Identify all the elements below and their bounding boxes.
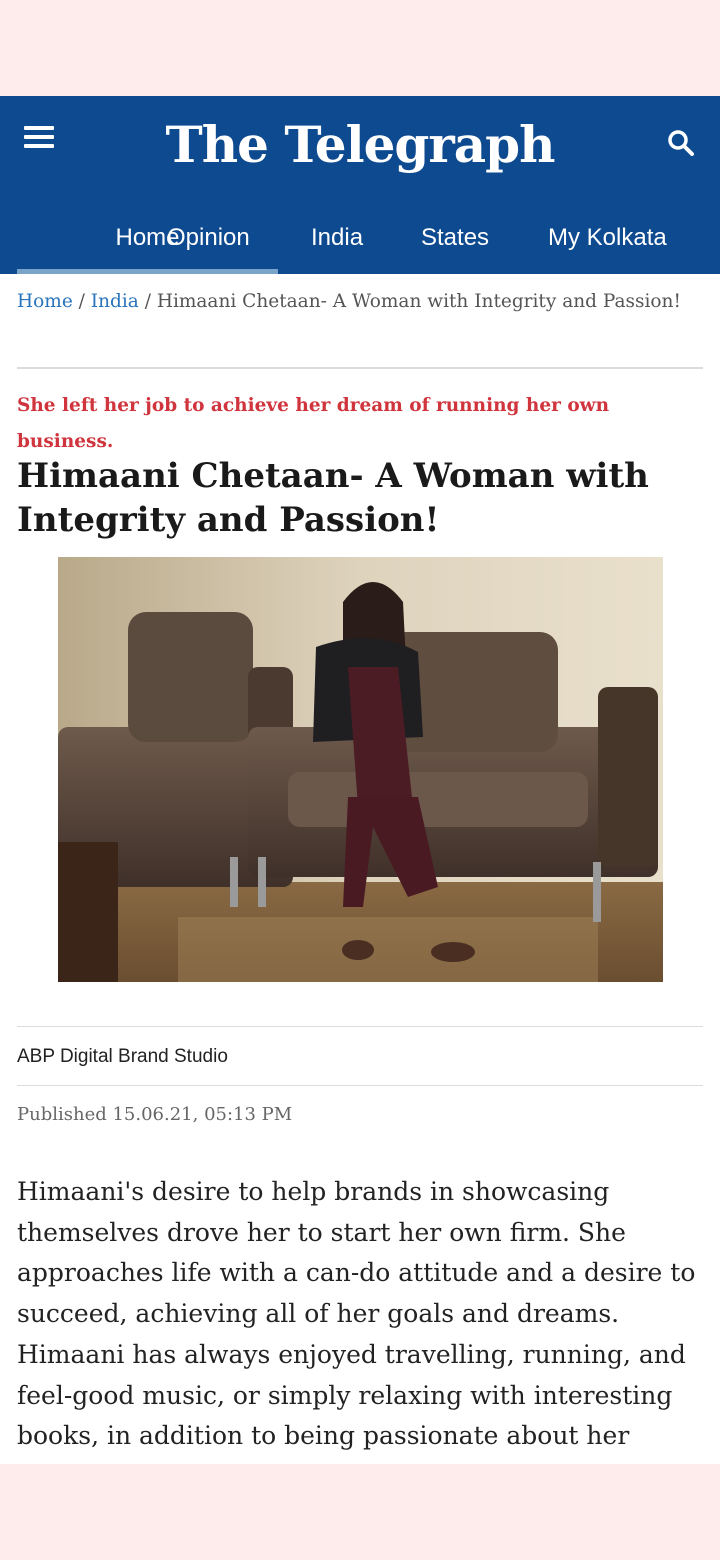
search-icon[interactable] — [666, 128, 696, 158]
article-headline: Himaani Chetaan- A Woman with Integrity … — [17, 456, 649, 540]
breadcrumb-india[interactable]: India — [91, 291, 139, 312]
masthead: The Telegraph Home Opinion India States … — [0, 96, 720, 274]
article-kicker: She left her job to achieve her dream of… — [17, 395, 610, 452]
nav-my-kolkata-label: My Kolkata — [548, 224, 667, 251]
nav-my-kolkata[interactable]: My Kolkata — [548, 208, 667, 274]
status-bar-area — [0, 0, 720, 96]
nav-india-label: India — [311, 224, 364, 251]
breadcrumb: Home / India / Himaani Chetaan- A Woman … — [17, 291, 717, 312]
breadcrumb-separator: / — [78, 291, 85, 312]
nav-states[interactable]: States — [421, 208, 489, 274]
breadcrumb-home[interactable]: Home — [17, 291, 73, 312]
published-date: Published 15.06.21, 05:13 PM — [17, 1104, 293, 1125]
nav-india[interactable]: India — [311, 208, 363, 274]
article-body: Himaani's desire to help brands in showc… — [17, 1177, 696, 1451]
divider — [17, 1085, 703, 1086]
article-byline: ABP Digital Brand Studio — [17, 1046, 228, 1067]
divider — [17, 367, 703, 369]
breadcrumb-separator: / — [144, 291, 151, 312]
nav-opinion-label: Opinion — [167, 224, 250, 251]
site-logo[interactable]: The Telegraph — [0, 110, 720, 180]
divider — [17, 1026, 703, 1027]
top-nav: Home Opinion India States My Kolkata — [0, 208, 720, 274]
article-photo — [58, 557, 663, 982]
breadcrumb-current: Himaani Chetaan- A Woman with Integrity … — [156, 291, 681, 312]
nav-opinion[interactable]: Opinion — [167, 208, 250, 274]
nav-states-label: States — [421, 224, 490, 251]
article-content: Home / India / Himaani Chetaan- A Woman … — [0, 274, 720, 1464]
